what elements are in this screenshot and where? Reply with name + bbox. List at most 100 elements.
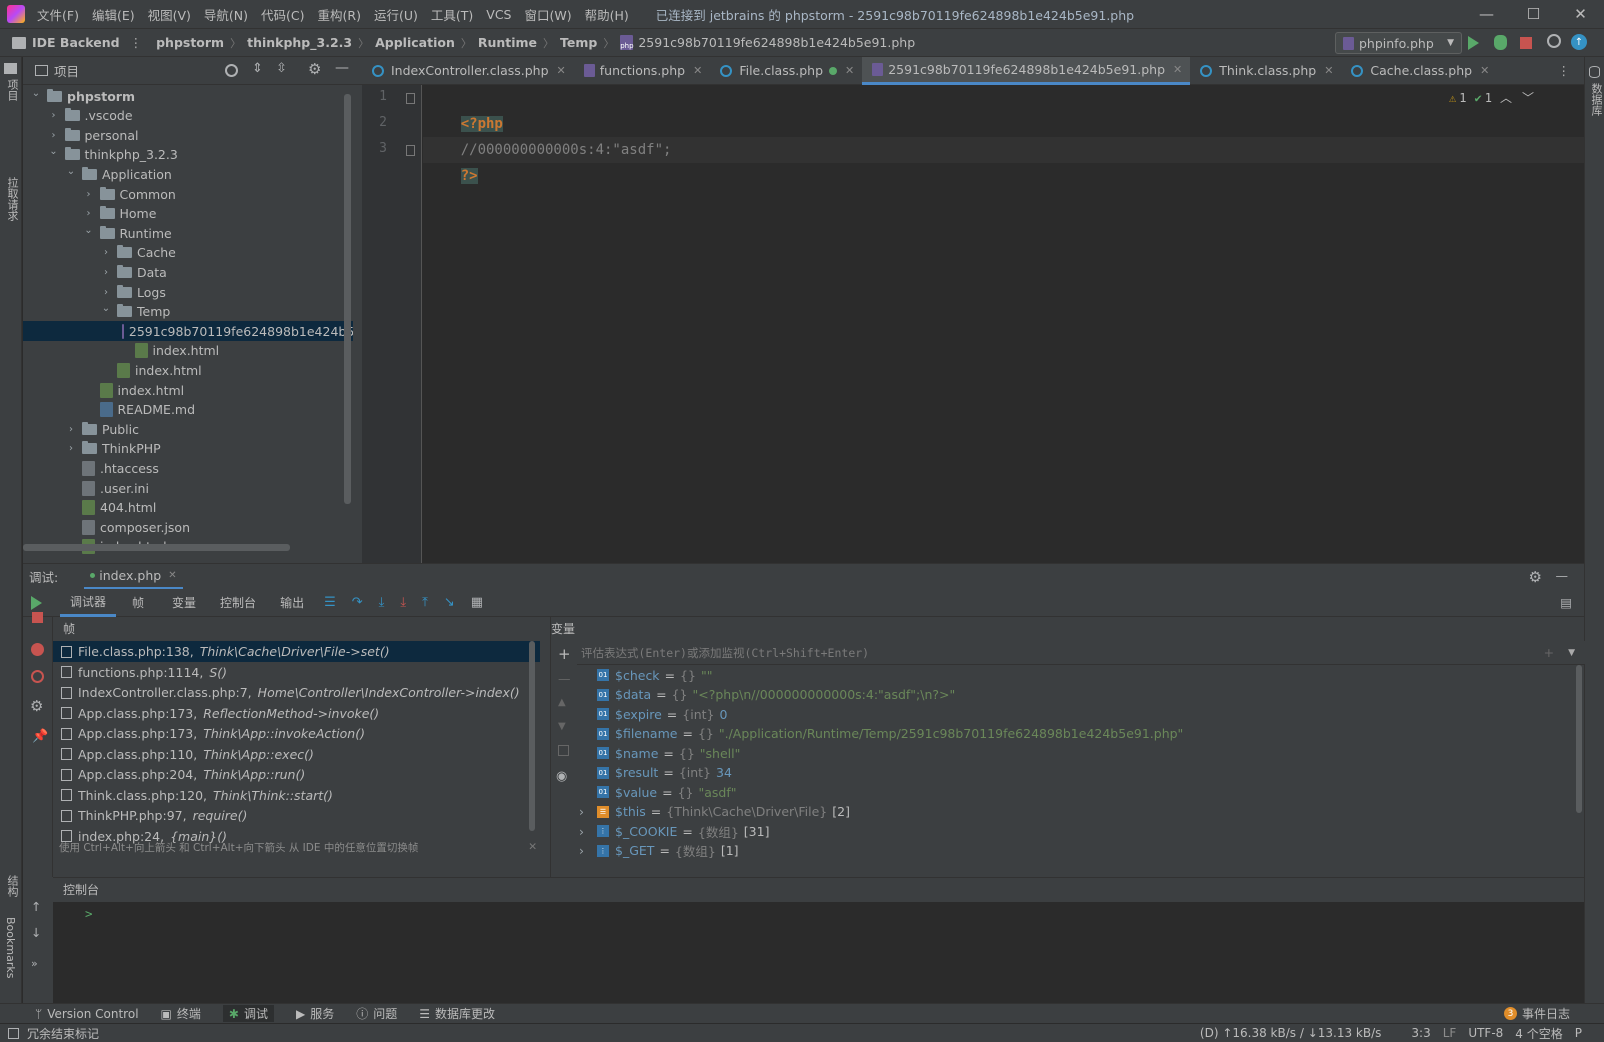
status-toggle-icon[interactable] (8, 1027, 19, 1039)
file-encoding[interactable]: UTF-8 (1468, 1026, 1503, 1040)
chevron-right-icon[interactable]: › (99, 267, 113, 278)
frames-scrollbar[interactable] (529, 641, 535, 831)
tree-file[interactable]: index.html (23, 360, 202, 380)
tree-folder[interactable]: ⌄ thinkphp_3.2.3 (23, 145, 178, 165)
move-up-icon[interactable]: ▲ (558, 697, 566, 708)
step-out-icon[interactable]: ⤒ (422, 595, 428, 610)
close-tab-icon[interactable]: ✕ (1480, 64, 1489, 77)
gear-icon[interactable]: ⚙ (30, 697, 43, 715)
more-icon[interactable]: ⋮ (130, 35, 143, 50)
next-highlight-icon[interactable]: ﹀ (1522, 89, 1534, 106)
tree-folder[interactable]: › ThinkPHP (23, 439, 161, 459)
add-watch-icon[interactable]: + (558, 645, 571, 663)
tree-folder[interactable]: › Common (23, 184, 176, 204)
tree-folder[interactable]: › Cache (23, 243, 176, 263)
code-editor[interactable]: <?php //000000000000s:4:"asdf"; ?> ⚠ 1 ✔ 1… (423, 85, 1584, 563)
tree-folder[interactable]: › Data (23, 262, 167, 282)
debug-session-tab[interactable]: index.php ✕ (84, 564, 183, 590)
tree-folder[interactable]: ⌄ Temp (23, 302, 171, 322)
tree-file[interactable]: 2591c98b70119fe624898b1e424b5e (23, 321, 353, 342)
menu-edit[interactable]: 编辑(E) (92, 5, 135, 24)
tab-functions[interactable]: functions.php ✕ (574, 57, 711, 85)
tree-folder[interactable]: ⌄ Runtime (23, 223, 171, 243)
project-tool-icon[interactable] (4, 63, 17, 74)
breadcrumb-item[interactable]: Temp (560, 35, 597, 50)
maximize-button[interactable]: ☐ (1510, 5, 1557, 23)
close-tab-icon[interactable]: ✕ (845, 64, 854, 77)
tree-file[interactable]: README.md (23, 400, 195, 420)
close-session-icon[interactable]: ✕ (168, 570, 176, 581)
stack-frame[interactable]: App.class.php:110, Think\App::exec() (53, 744, 540, 765)
tab-file-class[interactable]: File.class.php ✕ (710, 57, 862, 85)
project-panel-title[interactable]: 项目 (54, 61, 79, 80)
project-tool-button[interactable]: 项目 (4, 79, 20, 101)
tab-output[interactable]: 输出 (268, 594, 316, 611)
gear-icon[interactable]: ⚙ (308, 60, 321, 78)
close-tab-icon[interactable]: ✕ (1173, 63, 1182, 76)
fold-icon[interactable] (406, 145, 415, 156)
update-icon[interactable]: ↑ (1571, 34, 1587, 50)
tree-file[interactable]: composer.json (23, 517, 190, 537)
tree-file[interactable]: index.html (23, 380, 184, 400)
chevron-right-icon[interactable]: › (82, 208, 96, 219)
stack-frame[interactable]: App.class.php:173, Think\App::invokeActio… (53, 723, 540, 744)
event-log-tool-button[interactable]: 3 事件日志 (1503, 1005, 1570, 1022)
menu-vcs[interactable]: VCS (486, 7, 511, 22)
version-control-tool-button[interactable]: ᛘ Version Control (35, 1007, 139, 1021)
stack-frame[interactable]: Think.class.php:120, Think\Think::start() (53, 785, 540, 806)
gear-icon[interactable]: ⚙ (1529, 568, 1542, 586)
tab-temp-php[interactable]: 2591c98b70119fe624898b1e424b5e91.php ✕ (862, 56, 1191, 85)
history-dropdown-icon[interactable]: ▼ (1568, 648, 1575, 658)
tree-file[interactable]: 404.html (23, 498, 156, 518)
inspection-widget[interactable]: ⚠ 1 ✔ 1 ︿ ﹀ (1449, 89, 1534, 106)
force-step-into-icon[interactable]: ⤓ (400, 595, 406, 610)
stack-frame[interactable]: ThinkPHP.php:97, require() (53, 805, 540, 826)
variable-row[interactable]: › ⋮ $_GET = {数组} [1] (577, 841, 739, 861)
tab-think-class[interactable]: Think.class.php ✕ (1190, 57, 1341, 85)
structure-tool-button[interactable]: 结构 (4, 875, 20, 897)
ide-backend-label[interactable]: IDE Backend (32, 35, 120, 50)
move-down-icon[interactable]: ▼ (558, 721, 566, 732)
tree-folder[interactable]: › Public (23, 419, 139, 439)
database-changes-tool-button[interactable]: ☰ 数据库更改 (419, 1005, 495, 1022)
mute-breakpoints-icon[interactable] (31, 670, 44, 683)
fold-icon[interactable] (406, 93, 415, 104)
variable-row[interactable]: › ☰ $this = {Think\Cache\Driver\File} [2] (577, 802, 850, 822)
hide-panel-icon[interactable]: — (1556, 568, 1569, 583)
search-icon[interactable] (1547, 34, 1561, 48)
chevron-right-icon[interactable]: › (99, 287, 113, 298)
debug-icon[interactable] (1494, 35, 1507, 50)
tab-frames[interactable]: 帧 (116, 594, 160, 611)
stop-icon[interactable] (32, 612, 43, 623)
tab-cache-class[interactable]: Cache.class.php ✕ (1341, 57, 1497, 85)
show-watches-icon[interactable]: ◉ (556, 769, 567, 784)
tree-folder[interactable]: › personal (23, 125, 138, 145)
tree-folder[interactable]: ⌄ phpstorm (23, 86, 135, 106)
stack-frame[interactable]: File.class.php:138, Think\Cache\Driver\Fi… (53, 641, 540, 662)
chevron-down-icon[interactable]: ⌄ (47, 146, 61, 157)
tree-folder[interactable]: › Home (23, 204, 156, 224)
add-to-watches-icon[interactable]: + (1544, 645, 1554, 660)
chevron-down-icon[interactable]: ⌄ (29, 88, 43, 99)
menu-code[interactable]: 代码(C) (261, 5, 304, 24)
tree-folder[interactable]: ⌄ Application (23, 164, 172, 184)
menu-window[interactable]: 窗口(W) (524, 5, 571, 24)
tab-overflow-icon[interactable]: ⋮ (1558, 63, 1571, 78)
variable-row[interactable]: 01 $expire = {int} 0 (577, 704, 727, 724)
line-number[interactable]: 3 (362, 141, 404, 156)
breadcrumb-item[interactable]: thinkphp_3.2.3 (247, 35, 352, 50)
tab-index-controller[interactable]: IndexController.class.php ✕ (362, 57, 574, 85)
chevron-down-icon[interactable]: ⌄ (99, 303, 113, 314)
status-message[interactable]: 冗余结束标记 (27, 1025, 99, 1042)
stack-frame[interactable]: IndexController.class.php:7, Home\Control… (53, 682, 540, 703)
stack-frame[interactable]: functions.php:1114, S() (53, 662, 540, 683)
tab-variables[interactable]: 变量 (160, 594, 208, 611)
chevron-down-icon[interactable]: ⌄ (82, 225, 96, 236)
tree-file[interactable]: index.html (23, 341, 219, 361)
chevron-right-icon[interactable]: › (579, 824, 597, 839)
menu-navigate[interactable]: 导航(N) (204, 5, 248, 24)
menu-view[interactable]: 视图(V) (148, 5, 191, 24)
step-into-icon[interactable]: ⤓ (379, 595, 385, 610)
scroll-down-icon[interactable]: ↓ (31, 925, 41, 940)
line-number[interactable]: 2 (362, 115, 404, 130)
